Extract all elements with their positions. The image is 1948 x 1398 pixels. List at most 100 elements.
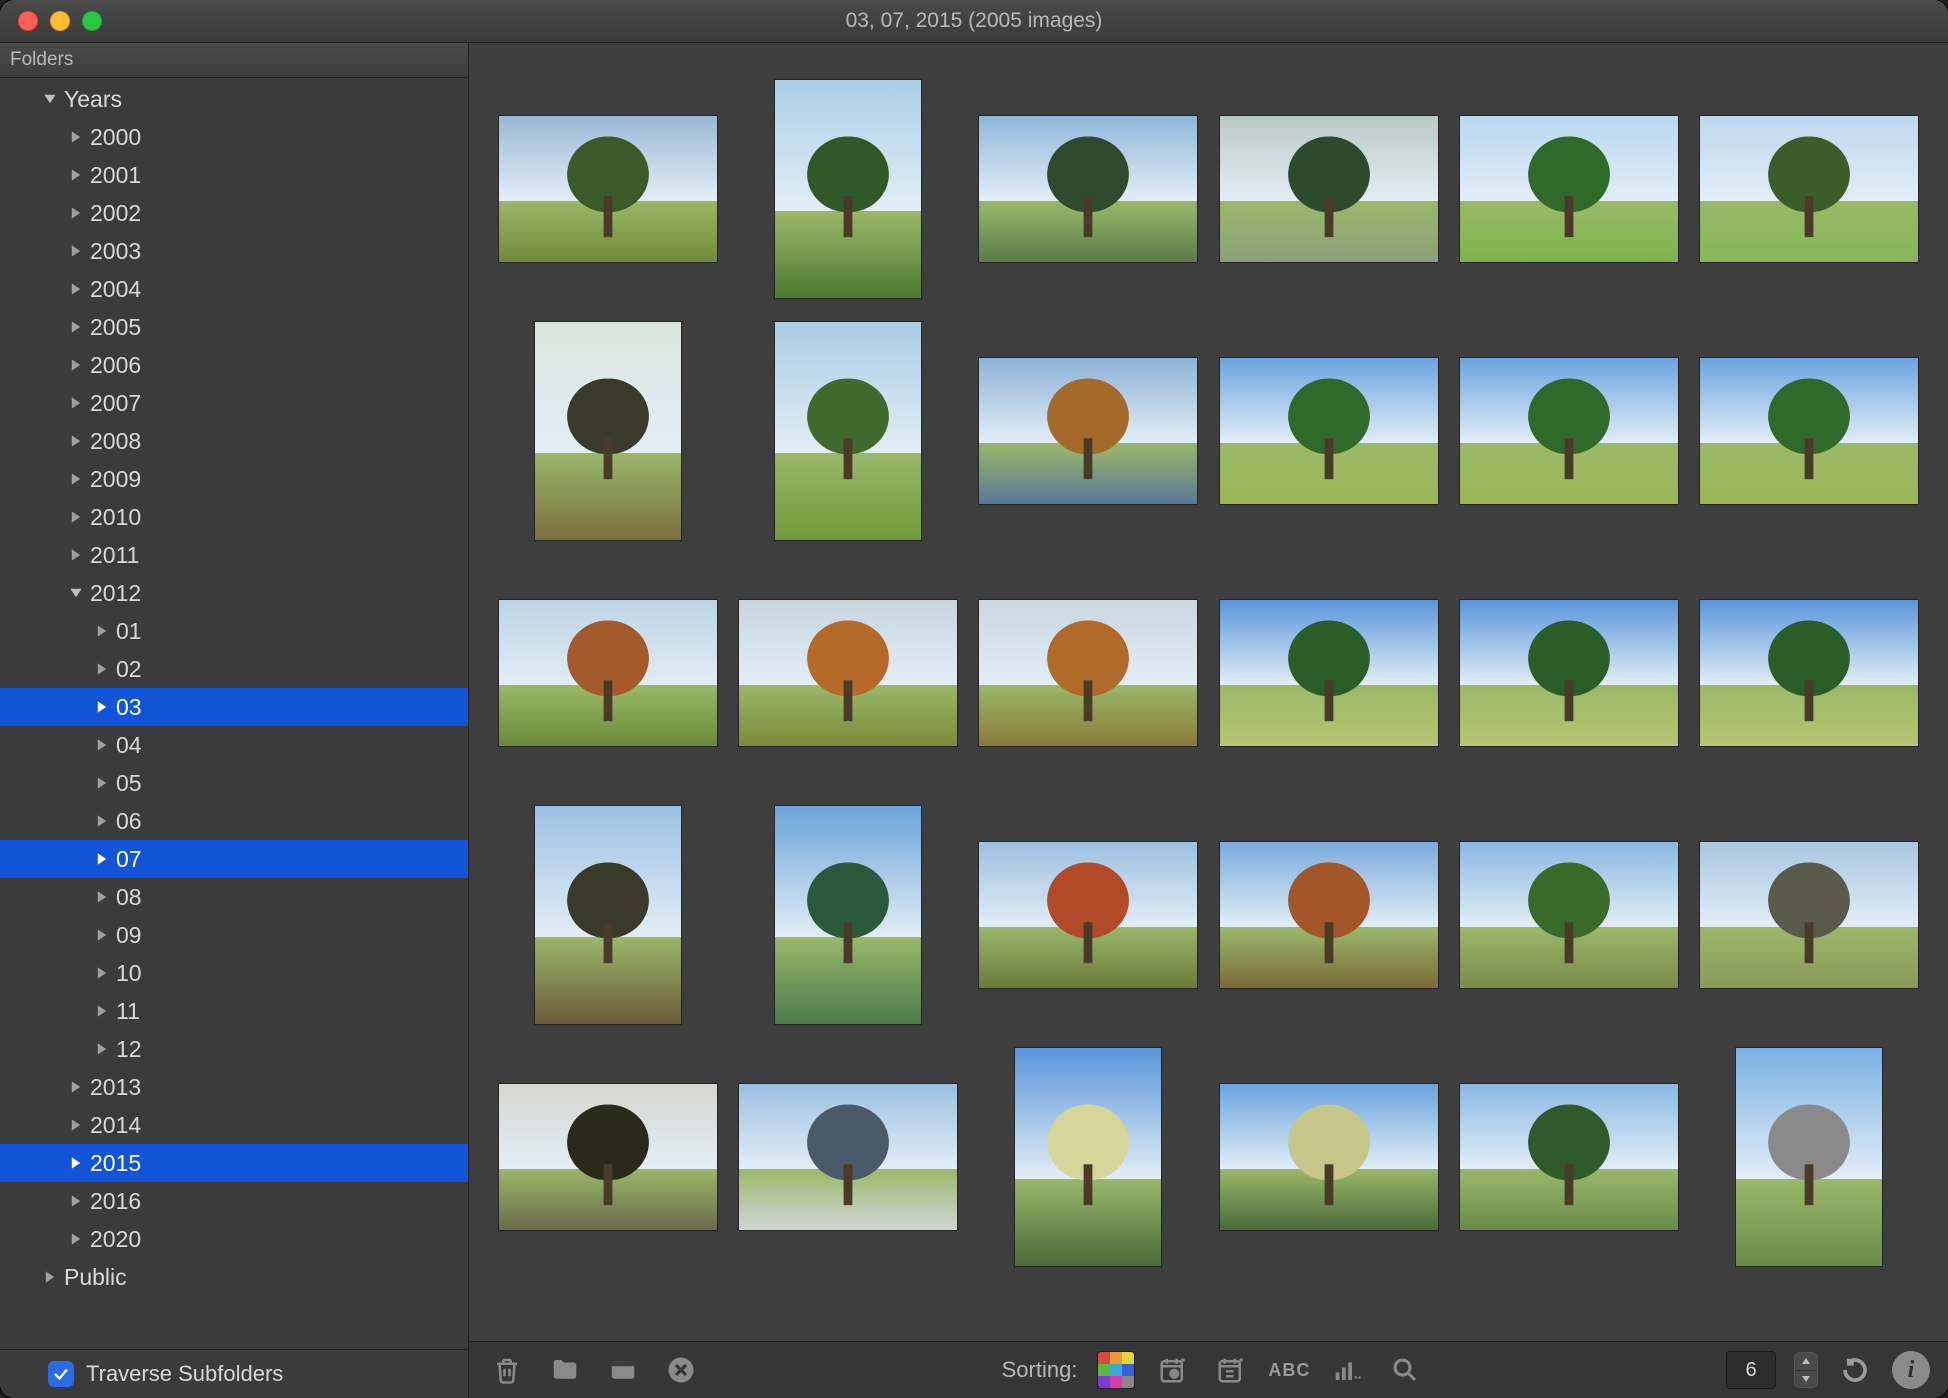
thumbnail[interactable]: [1460, 116, 1678, 262]
chevron-right-icon[interactable]: [94, 699, 110, 715]
minimize-window-button[interactable]: [50, 11, 70, 31]
folder-row-2004[interactable]: 2004: [0, 270, 468, 308]
zoom-window-button[interactable]: [82, 11, 102, 31]
chevron-right-icon[interactable]: [94, 1041, 110, 1057]
chevron-right-icon[interactable]: [42, 1269, 58, 1285]
chevron-right-icon[interactable]: [68, 433, 84, 449]
folder-row-2009[interactable]: 2009: [0, 460, 468, 498]
folder-button[interactable]: [545, 1350, 585, 1390]
chevron-right-icon[interactable]: [94, 737, 110, 753]
chevron-right-icon[interactable]: [68, 243, 84, 259]
chevron-right-icon[interactable]: [94, 775, 110, 791]
chevron-down-icon[interactable]: [68, 585, 84, 601]
thumbnail[interactable]: [739, 1084, 957, 1230]
folder-row-04[interactable]: 04: [0, 726, 468, 764]
chevron-right-icon[interactable]: [94, 927, 110, 943]
folder-row-07[interactable]: 07: [0, 840, 468, 878]
thumbnail[interactable]: [739, 600, 957, 746]
chevron-right-icon[interactable]: [68, 1079, 84, 1095]
folder-row-2006[interactable]: 2006: [0, 346, 468, 384]
folder-row-2002[interactable]: 2002: [0, 194, 468, 232]
thumbnail[interactable]: [1220, 600, 1438, 746]
chevron-right-icon[interactable]: [94, 851, 110, 867]
chevron-right-icon[interactable]: [68, 1231, 84, 1247]
chevron-right-icon[interactable]: [94, 965, 110, 981]
trash-button[interactable]: [487, 1350, 527, 1390]
thumbnail[interactable]: [535, 322, 681, 540]
sort-by-size-button[interactable]: [1327, 1350, 1367, 1390]
folder-row-2005[interactable]: 2005: [0, 308, 468, 346]
columns-input[interactable]: [1726, 1351, 1776, 1389]
folder-row-2013[interactable]: 2013: [0, 1068, 468, 1106]
folder-row-05[interactable]: 05: [0, 764, 468, 802]
chevron-right-icon[interactable]: [68, 129, 84, 145]
chevron-right-icon[interactable]: [68, 1193, 84, 1209]
chevron-right-icon[interactable]: [94, 661, 110, 677]
folder-row-2015[interactable]: 2015: [0, 1144, 468, 1182]
thumbnail[interactable]: [1700, 842, 1918, 988]
thumbnail[interactable]: [1700, 358, 1918, 504]
chevron-down-icon[interactable]: [42, 91, 58, 107]
folder-row-10[interactable]: 10: [0, 954, 468, 992]
thumbnail[interactable]: [979, 116, 1197, 262]
sort-by-color-button[interactable]: [1097, 1350, 1135, 1390]
stepper-down-button[interactable]: [1795, 1371, 1817, 1388]
thumbnail[interactable]: [775, 322, 921, 540]
folder-row-2000[interactable]: 2000: [0, 118, 468, 156]
chevron-right-icon[interactable]: [68, 1155, 84, 1171]
info-button[interactable]: i: [1892, 1351, 1930, 1389]
thumbnail[interactable]: [1460, 1084, 1678, 1230]
folder-row-06[interactable]: 06: [0, 802, 468, 840]
thumbnail[interactable]: [1460, 600, 1678, 746]
thumbnail[interactable]: [1460, 842, 1678, 988]
search-button[interactable]: [1385, 1350, 1425, 1390]
folder-row-03[interactable]: 03: [0, 688, 468, 726]
folder-row-2001[interactable]: 2001: [0, 156, 468, 194]
sort-by-name-button[interactable]: ABC: [1269, 1350, 1309, 1390]
thumbnail[interactable]: [499, 600, 717, 746]
sort-by-exif-date-button[interactable]: [1153, 1350, 1193, 1390]
folder-row-2020[interactable]: 2020: [0, 1220, 468, 1258]
folder-row-08[interactable]: 08: [0, 878, 468, 916]
thumbnail[interactable]: [979, 600, 1197, 746]
thumbnail[interactable]: [499, 1084, 717, 1230]
thumbnail[interactable]: [1220, 116, 1438, 262]
folder-row-2008[interactable]: 2008: [0, 422, 468, 460]
thumbnail[interactable]: [1700, 116, 1918, 262]
folder-row-2003[interactable]: 2003: [0, 232, 468, 270]
folder-row-09[interactable]: 09: [0, 916, 468, 954]
thumbnail-scroll-area[interactable]: [469, 43, 1948, 1341]
thumbnail[interactable]: [1460, 358, 1678, 504]
chevron-right-icon[interactable]: [68, 1117, 84, 1133]
folder-row-01[interactable]: 01: [0, 612, 468, 650]
chevron-right-icon[interactable]: [68, 167, 84, 183]
thumbnail[interactable]: [1220, 1084, 1438, 1230]
columns-stepper[interactable]: [1794, 1352, 1818, 1388]
chevron-right-icon[interactable]: [68, 547, 84, 563]
stepper-up-button[interactable]: [1795, 1353, 1817, 1371]
chevron-right-icon[interactable]: [68, 319, 84, 335]
chevron-right-icon[interactable]: [68, 281, 84, 297]
thumbnail[interactable]: [1220, 358, 1438, 504]
folder-tree[interactable]: Years20002001200220032004200520062007200…: [0, 78, 468, 1349]
refresh-button[interactable]: [1836, 1351, 1874, 1389]
cancel-button[interactable]: [661, 1350, 701, 1390]
chevron-right-icon[interactable]: [68, 205, 84, 221]
chevron-right-icon[interactable]: [94, 813, 110, 829]
chevron-right-icon[interactable]: [94, 1003, 110, 1019]
close-window-button[interactable]: [18, 11, 38, 31]
folder-row-public[interactable]: Public: [0, 1258, 468, 1296]
chevron-right-icon[interactable]: [68, 509, 84, 525]
thumbnail[interactable]: [775, 806, 921, 1024]
thumbnail[interactable]: [1015, 1048, 1161, 1266]
thumbnail[interactable]: [499, 116, 717, 262]
folder-row-2010[interactable]: 2010: [0, 498, 468, 536]
traverse-subfolders-checkbox[interactable]: [48, 1361, 74, 1387]
folder-row-2014[interactable]: 2014: [0, 1106, 468, 1144]
view-button[interactable]: [603, 1350, 643, 1390]
folder-row-2011[interactable]: 2011: [0, 536, 468, 574]
thumbnail[interactable]: [1736, 1048, 1882, 1266]
folder-row-2012[interactable]: 2012: [0, 574, 468, 612]
chevron-right-icon[interactable]: [94, 623, 110, 639]
thumbnail[interactable]: [979, 358, 1197, 504]
